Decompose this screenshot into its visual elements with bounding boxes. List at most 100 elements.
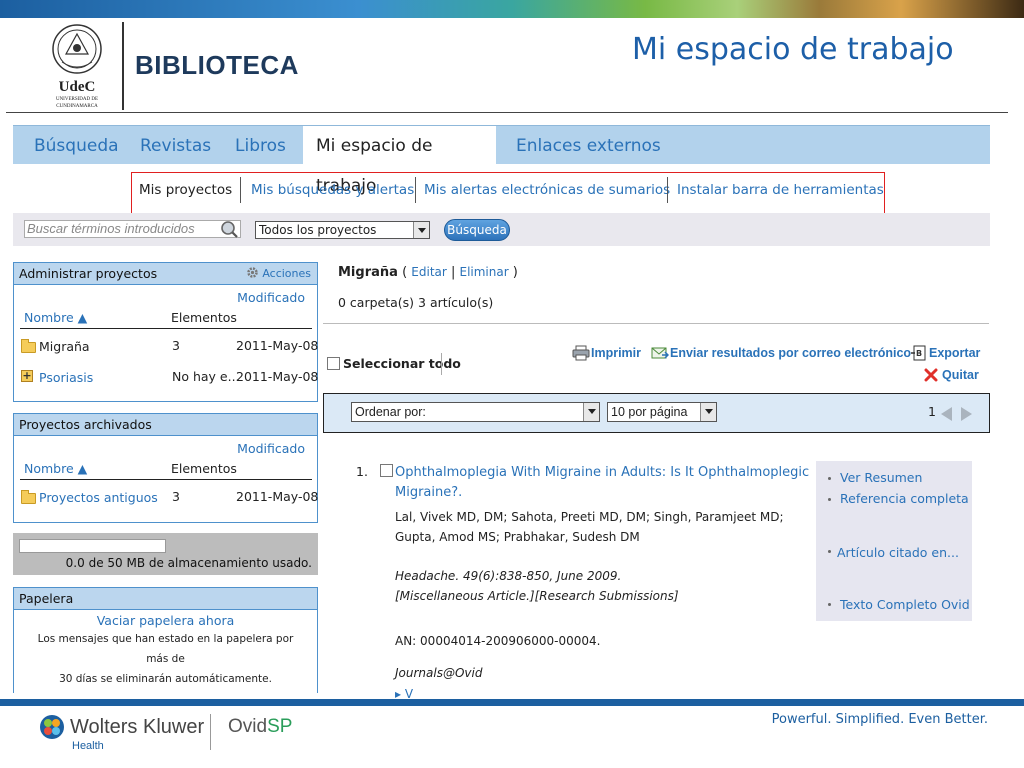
cited-in-link[interactable]: Artículo citado en... xyxy=(837,545,959,560)
trash-note-3: 30 días se eliminarán automáticamente. xyxy=(59,673,272,685)
svg-text:UNIVERSIDAD DE: UNIVERSIDAD DE xyxy=(56,97,98,102)
col-name-header[interactable]: Nombre ▲ xyxy=(24,461,87,476)
result-authors: Lal, Vivek MD, DM; Sahota, Preeti MD, DM… xyxy=(395,510,784,544)
tab-mi-espacio-de-trabajo[interactable]: Mi espacio de trabajo xyxy=(303,126,496,196)
result-accession-number: AN: 00004014-200906000-00004. xyxy=(395,634,601,648)
delete-project-link[interactable]: Eliminar xyxy=(459,265,508,279)
view-abstract-link[interactable]: Ver Resumen xyxy=(840,470,922,485)
actions-menu[interactable]: Acciones xyxy=(246,263,311,284)
col-modified-header[interactable]: Modificado xyxy=(237,441,305,456)
search-input[interactable]: Buscar términos introducidos xyxy=(24,220,241,238)
chevron-down-icon[interactable] xyxy=(583,403,599,421)
complete-reference-link[interactable]: Referencia completa xyxy=(840,491,969,506)
wolters-kluwer-brand: Wolters Kluwer xyxy=(70,716,205,738)
bullet xyxy=(828,603,831,606)
remove-button[interactable]: Quitar xyxy=(942,368,979,382)
university-logo: UdeC UNIVERSIDAD DE CUNDINAMARCA xyxy=(52,24,102,109)
project-items: 3 xyxy=(172,338,180,353)
bullet xyxy=(828,477,831,480)
slide-header: UdeC UNIVERSIDAD DE CUNDINAMARCA BIBLIOT… xyxy=(0,18,1024,114)
printer-icon[interactable] xyxy=(572,345,590,361)
search-button[interactable]: Búsqueda xyxy=(444,219,510,241)
email-results-button[interactable]: Enviar resultados por correo electrónico xyxy=(670,346,911,360)
result-links-box: Ver Resumen Referencia completa Artículo… xyxy=(816,461,972,621)
subnav-mis-busquedas[interactable]: Mis búsquedas y alertas xyxy=(251,173,414,215)
bullet xyxy=(828,498,831,501)
project-scope-select[interactable]: Todos los proyectos xyxy=(255,221,430,239)
plus-folder-icon[interactable]: + xyxy=(21,370,33,382)
manage-projects-header: Administrar proyectos Acciones xyxy=(14,263,317,285)
project-scope-value: Todos los proyectos xyxy=(259,223,377,237)
sort-value: Ordenar por: xyxy=(355,405,426,419)
footer-divider xyxy=(210,714,211,750)
email-icon[interactable] xyxy=(651,346,669,360)
sort-select[interactable]: Ordenar por: xyxy=(351,402,600,422)
full-text-ovid-link[interactable]: Texto Completo Ovid xyxy=(840,597,970,612)
select-all-checkbox[interactable] xyxy=(327,357,340,370)
header-divider xyxy=(6,112,1008,113)
wolters-kluwer-health: Health xyxy=(72,740,104,752)
empty-trash-link[interactable]: Vaciar papelera ahora xyxy=(14,613,317,628)
svg-text:CUNDINAMARCA: CUNDINAMARCA xyxy=(56,104,98,109)
search-bar: Buscar términos introducidos Todos los p… xyxy=(13,213,990,246)
ovidsp-logo: OvidSP xyxy=(228,716,292,738)
trash-note-2: más de xyxy=(146,653,185,665)
table-divider xyxy=(20,328,312,329)
prev-page-icon[interactable] xyxy=(941,407,952,421)
panel-title: Proyectos archivados xyxy=(19,417,152,432)
project-name[interactable]: Proyectos antiguos xyxy=(39,490,158,505)
ovid-text: Ovid xyxy=(228,716,268,737)
logo-text: UdeC xyxy=(59,79,96,95)
per-page-value: 10 por página xyxy=(611,405,688,419)
gear-icon xyxy=(247,267,258,278)
project-heading: Migraña ( Editar | Eliminar ) xyxy=(338,265,518,280)
subnav-mis-proyectos[interactable]: Mis proyectos xyxy=(139,173,232,215)
subnav-alertas-sumarios[interactable]: Mis alertas electrónicas de sumarios xyxy=(424,173,670,215)
col-name-header[interactable]: Nombre ▲ xyxy=(24,310,87,325)
chevron-down-icon[interactable] xyxy=(413,222,429,238)
select-all-label[interactable]: Seleccionar todo xyxy=(343,356,461,371)
export-icon[interactable]: B xyxy=(910,345,926,361)
subnav-highlight: Mis proyectos Mis búsquedas y alertas Mi… xyxy=(131,172,885,216)
print-button[interactable]: Imprimir xyxy=(591,346,641,360)
project-counts: 0 carpeta(s) 3 artículo(s) xyxy=(338,295,494,310)
project-items: 3 xyxy=(172,489,180,504)
result-number: 1. xyxy=(356,464,368,479)
result-article-type: [Miscellaneous Article.][Research Submis… xyxy=(395,589,679,603)
subnav-divider xyxy=(240,177,241,203)
result-title-link[interactable]: Ophthalmoplegia With Migraine in Adults:… xyxy=(395,463,810,503)
result-checkbox[interactable] xyxy=(380,464,393,477)
panel-title: Papelera xyxy=(19,591,74,606)
project-name[interactable]: Psoriasis xyxy=(39,370,93,385)
manage-projects-panel: Administrar proyectos Acciones Modificad… xyxy=(13,262,318,402)
table-divider xyxy=(20,479,312,480)
project-modified: 2011-May-08 xyxy=(236,338,319,353)
folder-icon xyxy=(21,339,36,353)
subnav-instalar-barra[interactable]: Instalar barra de herramientas xyxy=(677,173,884,215)
folder-icon xyxy=(21,490,36,504)
result-more-link[interactable]: ▸ V xyxy=(395,684,805,699)
chevron-down-icon[interactable] xyxy=(700,403,716,421)
tab-libros[interactable]: Libros xyxy=(222,126,299,165)
result-citation: Headache. 49(6):838-850, June 2009. xyxy=(395,569,622,583)
logo-divider xyxy=(122,22,124,110)
panel-title: Administrar proyectos xyxy=(19,266,158,281)
toolbar-divider xyxy=(441,353,442,375)
tab-enlaces-externos[interactable]: Enlaces externos xyxy=(503,126,674,165)
edit-project-link[interactable]: Editar xyxy=(411,265,447,279)
export-button[interactable]: Exportar xyxy=(929,346,980,360)
per-page-select[interactable]: 10 por página xyxy=(607,402,717,422)
project-name[interactable]: Migraña xyxy=(39,339,90,354)
next-page-icon[interactable] xyxy=(961,407,972,421)
tab-busqueda[interactable]: Búsqueda xyxy=(21,126,132,165)
search-icon[interactable] xyxy=(220,220,239,239)
slide-title: Mi espacio de trabajo xyxy=(632,32,954,67)
close-icon[interactable] xyxy=(924,368,938,382)
subnav-divider xyxy=(667,177,668,203)
project-name-title: Migraña xyxy=(338,265,398,280)
tab-revistas[interactable]: Revistas xyxy=(127,126,224,165)
col-items-header: Elementos xyxy=(171,461,237,476)
col-modified-header[interactable]: Modificado xyxy=(237,290,305,305)
sort-bar: Ordenar por: 10 por página 1 xyxy=(323,393,990,433)
archived-projects-header: Proyectos archivados xyxy=(14,414,317,436)
